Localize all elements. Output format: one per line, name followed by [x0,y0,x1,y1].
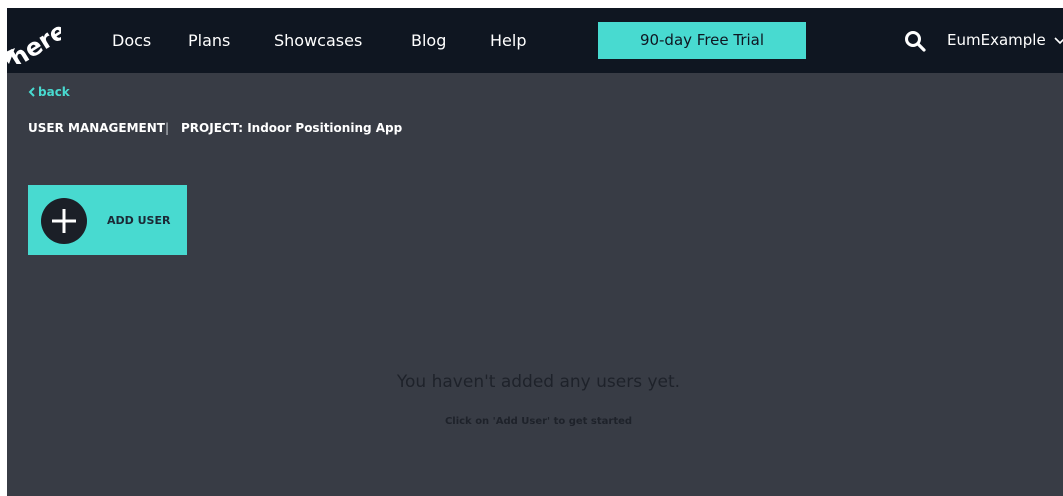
breadcrumb-project: PROJECT: Indoor Positioning App [181,121,403,135]
empty-state-subtitle: Click on 'Add User' to get started [444,416,633,427]
app-window: here Docs Plans Showcases Blog Help 90-d… [7,8,1063,496]
nav-showcases[interactable]: Showcases [274,8,362,73]
nav-docs[interactable]: Docs [112,8,151,73]
nav-help[interactable]: Help [490,8,526,73]
here-logo[interactable]: here [7,18,61,64]
plus-icon [52,209,76,233]
breadcrumb-separator: | [165,121,170,135]
add-user-button[interactable]: ADD USER [28,185,187,255]
add-user-circle [41,198,87,244]
user-menu[interactable]: EumExample [947,8,1046,73]
chevron-left-icon [28,87,35,97]
free-trial-button[interactable]: 90-day Free Trial [598,22,806,59]
back-link[interactable]: back [28,84,70,100]
back-label: back [38,85,70,99]
svg-text:here: here [7,18,61,64]
breadcrumb-section: USER MANAGEMENT [28,121,165,135]
add-user-label: ADD USER [107,214,171,227]
empty-state-title: You haven't added any users yet. [396,372,681,392]
search-icon[interactable] [903,29,927,53]
nav-plans[interactable]: Plans [188,8,230,73]
top-navigation-bar: here Docs Plans Showcases Blog Help 90-d… [7,8,1063,73]
chevron-down-icon[interactable] [1054,35,1063,47]
nav-blog[interactable]: Blog [411,8,446,73]
